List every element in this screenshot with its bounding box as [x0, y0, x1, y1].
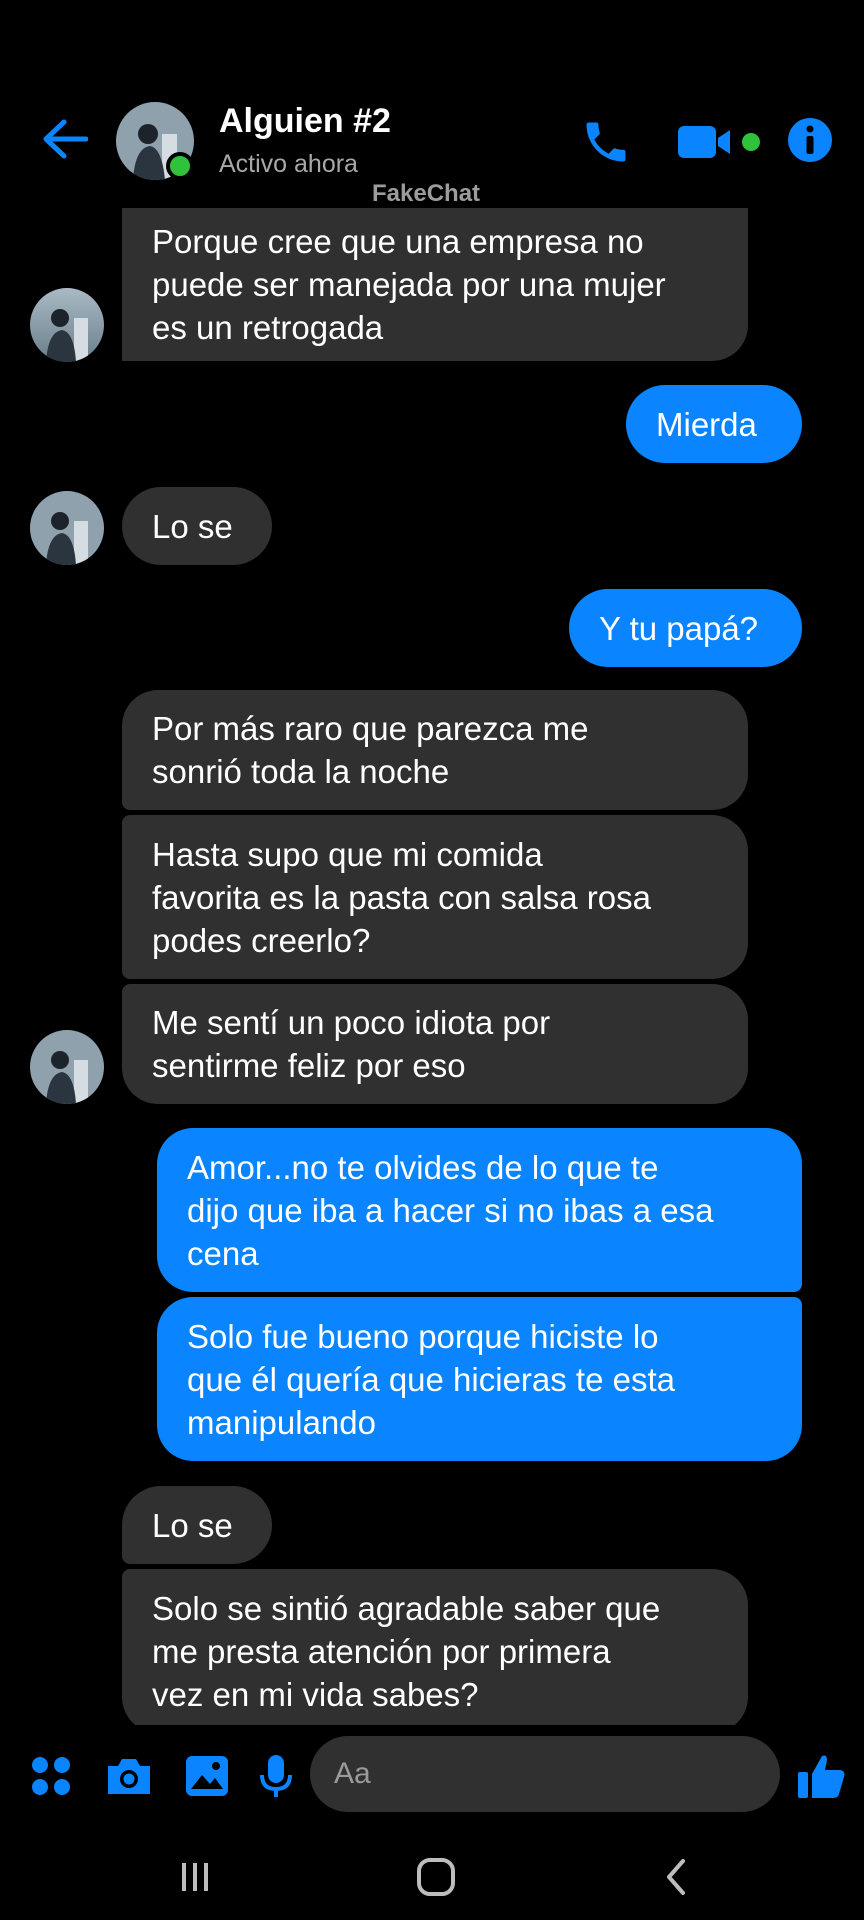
incoming-message[interactable]: Lo se — [122, 1486, 272, 1564]
message-input[interactable] — [334, 1736, 694, 1812]
camera-button[interactable] — [102, 1746, 156, 1806]
chevron-left-icon — [667, 1859, 685, 1895]
contact-avatar[interactable] — [30, 1030, 104, 1104]
contact-avatar[interactable] — [30, 491, 104, 565]
message-line: es un retrogada — [152, 309, 384, 346]
menu-button[interactable] — [26, 1746, 76, 1806]
microphone-icon — [260, 1755, 292, 1797]
message-line: Por más raro que parezca me — [152, 710, 589, 747]
phone-icon — [586, 122, 626, 162]
message-line: podes creerlo? — [152, 921, 371, 959]
incoming-message[interactable]: Porque cree que una empresa no puede ser… — [122, 208, 748, 361]
message-line: manipulando — [187, 1403, 376, 1441]
header-avatar[interactable] — [116, 102, 194, 180]
incoming-message[interactable]: Solo se sintió agradable saber que me pr… — [122, 1569, 748, 1725]
info-icon — [788, 118, 832, 162]
thumbs-up-icon — [798, 1755, 845, 1798]
composer-bar — [0, 1732, 864, 1822]
watermark: FakeChat — [372, 180, 481, 207]
outgoing-message[interactable]: Y tu papá? — [569, 589, 802, 667]
system-navigation-bar — [0, 1835, 864, 1920]
message-line: Solo fue bueno porque hiciste lo — [187, 1317, 659, 1355]
message-line: Hasta supo que mi comida — [152, 835, 543, 873]
outgoing-message[interactable]: Solo fue bueno porque hiciste lo que él … — [157, 1297, 802, 1461]
message-line: Amor...no te olvides de lo que te — [187, 1148, 659, 1186]
message-line: puede ser manejada por una mujer — [152, 266, 666, 303]
outgoing-message[interactable]: Amor...no te olvides de lo que te dijo q… — [157, 1128, 802, 1292]
message-line: Solo se sintió agradable saber que — [152, 1589, 661, 1627]
arrow-left-icon — [43, 119, 88, 159]
video-camera-icon — [678, 126, 730, 158]
message-line: me presta atención por primera — [152, 1632, 611, 1670]
camera-icon — [108, 1759, 150, 1794]
incoming-message[interactable]: Por más raro que parezca me sonrió toda … — [122, 690, 748, 810]
image-icon — [186, 1756, 228, 1796]
message-line: Porque cree que una empresa no — [152, 223, 644, 260]
like-button[interactable] — [794, 1746, 850, 1806]
recent-apps-button[interactable] — [170, 1849, 220, 1905]
message-line: sentirme feliz por eso — [152, 1047, 466, 1084]
message-line: vez en mi vida sabes? — [152, 1675, 479, 1713]
message-line: Lo se — [152, 507, 233, 545]
recent-apps-icon — [182, 1863, 208, 1891]
contact-name[interactable]: Alguien #2 — [219, 102, 391, 141]
contact-status: Activo ahora — [219, 150, 358, 178]
message-list[interactable]: Porque cree que una empresa no puede ser… — [0, 0, 864, 1725]
incoming-message[interactable]: Me sentí un poco idiota por sentirme fel… — [122, 984, 748, 1104]
call-button[interactable] — [576, 112, 636, 172]
message-line: cena — [187, 1234, 259, 1272]
message-input-container[interactable] — [310, 1736, 780, 1812]
gallery-button[interactable] — [182, 1746, 232, 1806]
online-indicator — [166, 152, 194, 180]
home-icon — [417, 1858, 455, 1896]
message-line: Lo se — [152, 1506, 233, 1544]
message-line: Me sentí un poco idiota por — [152, 1004, 551, 1041]
message-line: que él quería que hicieras te esta — [187, 1360, 675, 1398]
chat-screen: Porque cree que una empresa no puede ser… — [0, 0, 864, 1920]
back-button[interactable] — [38, 112, 92, 166]
outgoing-message[interactable]: Mierda — [626, 385, 802, 463]
video-active-indicator — [742, 133, 760, 151]
home-button[interactable] — [410, 1849, 462, 1905]
message-line: sonrió toda la noche — [152, 753, 450, 790]
info-button[interactable] — [782, 112, 838, 168]
message-line: Y tu papá? — [599, 609, 759, 647]
video-call-button[interactable] — [676, 114, 766, 170]
message-line: Mierda — [656, 405, 757, 443]
four-dots-icon — [32, 1757, 70, 1795]
incoming-message[interactable]: Hasta supo que mi comida favorita es la … — [122, 815, 748, 979]
back-nav-button[interactable] — [652, 1849, 702, 1905]
message-line: dijo que iba a hacer si no ibas a esa — [187, 1191, 714, 1229]
contact-avatar[interactable] — [30, 288, 104, 362]
message-line: favorita es la pasta con salsa rosa — [152, 878, 651, 916]
microphone-button[interactable] — [256, 1746, 296, 1806]
incoming-message[interactable]: Lo se — [122, 487, 272, 565]
